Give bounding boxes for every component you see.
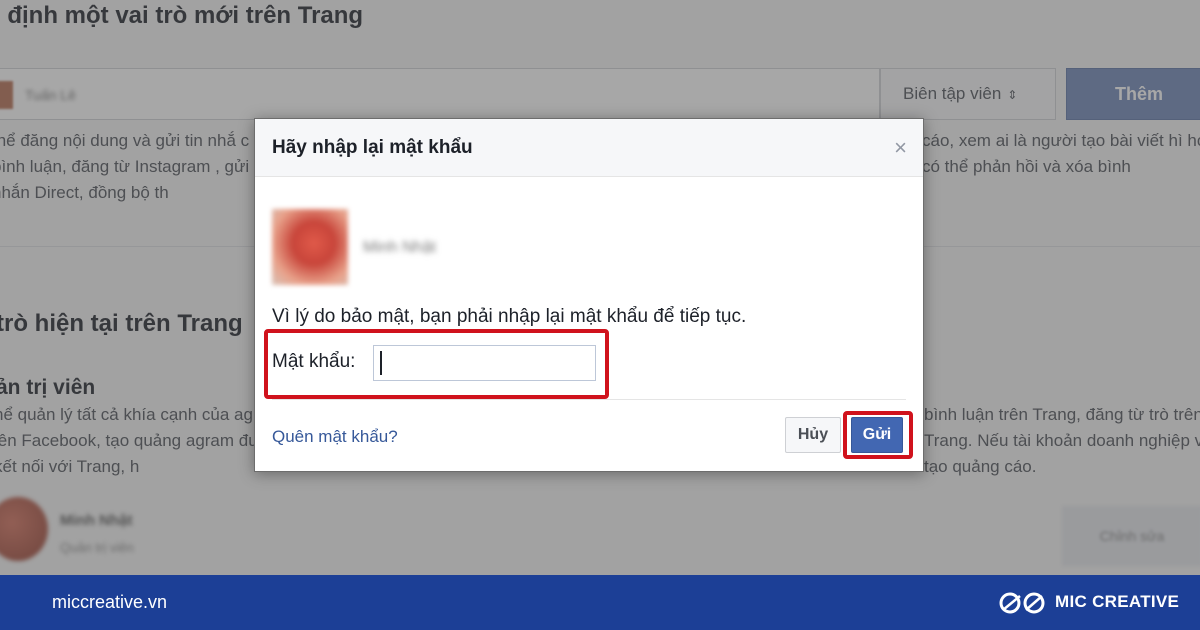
brand-name: MIC CREATIVE (1055, 592, 1180, 611)
security-message: Vì lý do bảo mật, bạn phải nhập lại mật … (272, 306, 747, 327)
avatar (272, 209, 348, 285)
dialog-header: Hãy nhập lại mật khẩu × (255, 119, 923, 177)
cancel-button[interactable]: Hủy (785, 417, 841, 453)
mic-logo-icon (999, 592, 1045, 614)
send-highlight-box (843, 411, 913, 459)
password-highlight-box (264, 329, 609, 399)
reenter-password-dialog: Hãy nhập lại mật khẩu × Minh Nhật Vì lý … (254, 118, 924, 472)
dialog-divider (272, 399, 906, 400)
close-icon[interactable]: × (894, 135, 907, 161)
dialog-title: Hãy nhập lại mật khẩu (272, 137, 473, 158)
site-url: miccreative.vn (52, 592, 168, 612)
user-name: Minh Nhật (363, 239, 436, 256)
forgot-password-link[interactable]: Quên mật khẩu? (272, 427, 398, 447)
brand-footer: miccreative.vn MIC CREATIVE (0, 575, 1200, 630)
